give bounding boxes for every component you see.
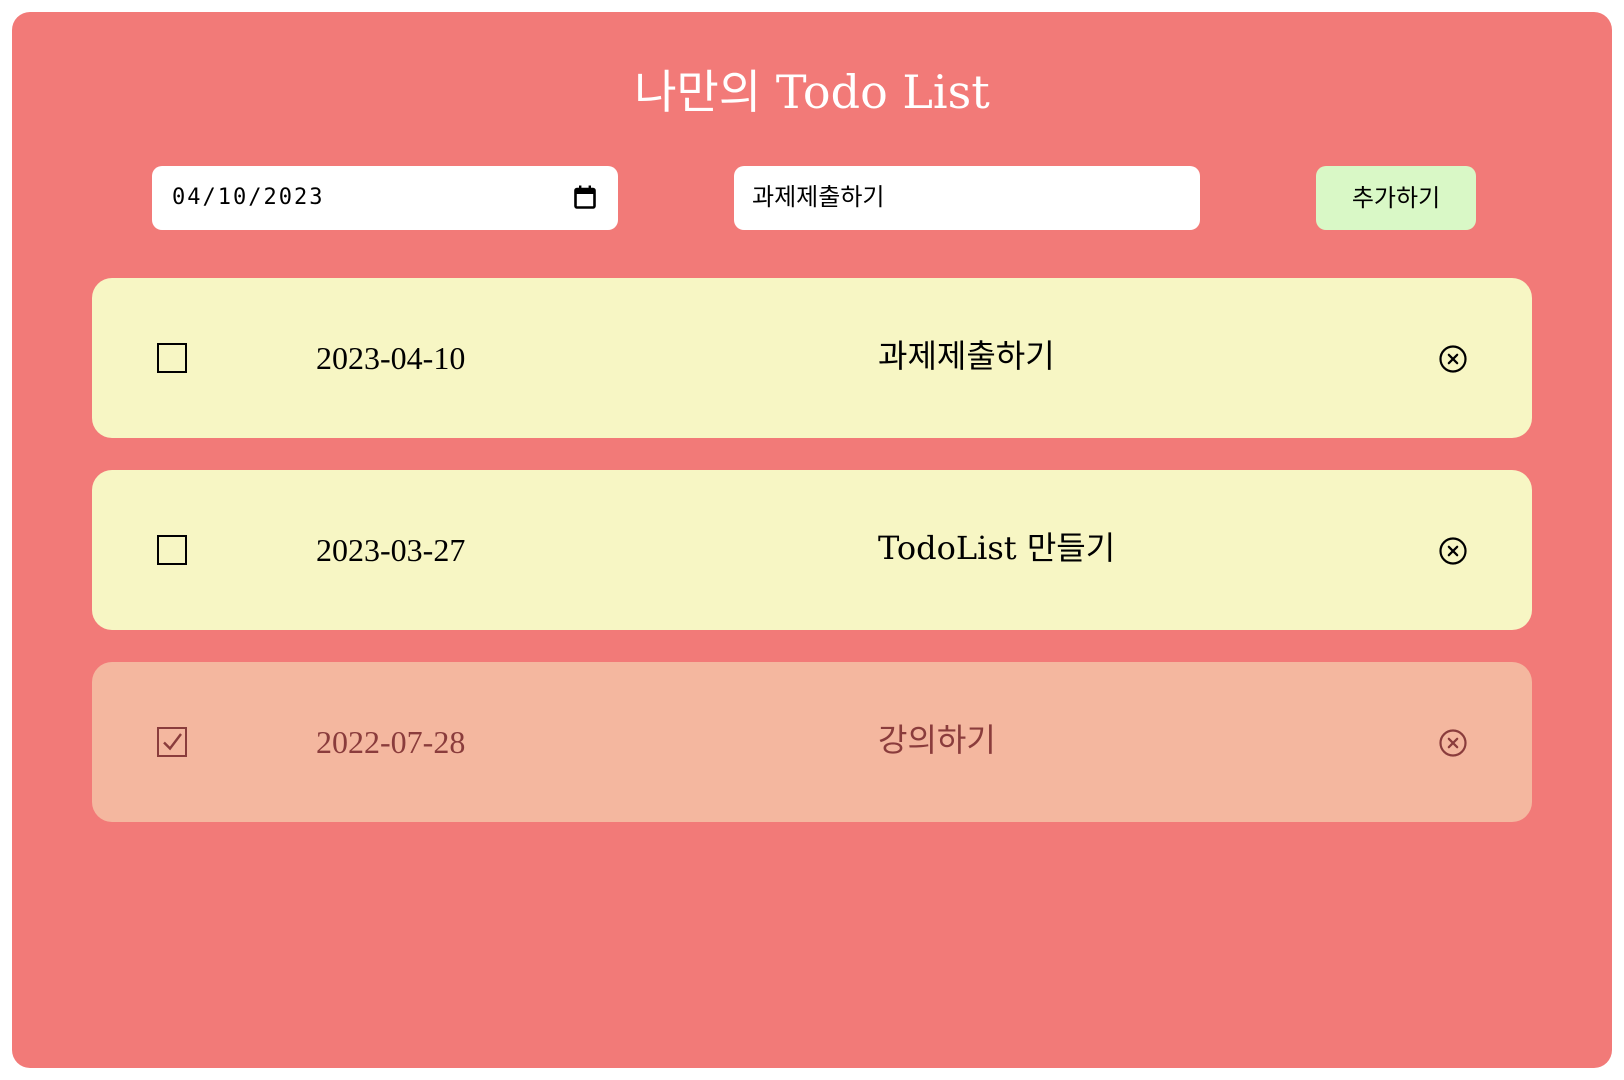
todo-checkbox-checked[interactable] (157, 727, 187, 757)
todo-item: 2022-07-28 강의하기 (92, 662, 1532, 822)
todo-checkbox[interactable] (157, 535, 187, 565)
add-button[interactable]: 추가하기 (1316, 166, 1476, 230)
calendar-icon[interactable] (574, 185, 596, 209)
delete-circle-x-icon[interactable] (1438, 344, 1468, 374)
todo-text: 과제제출하기 (878, 337, 1055, 375)
todo-text-input-value: 과제제출하기 (752, 183, 885, 211)
date-input-value: 04/10/2023 (172, 185, 325, 210)
todo-item: 2023-04-10 과제제출하기 (92, 278, 1532, 438)
todo-date: 2022-07-28 (316, 724, 466, 760)
todo-text: TodoList 만들기 (878, 529, 1116, 567)
delete-circle-x-icon[interactable] (1438, 728, 1468, 758)
todo-date: 2023-03-27 (316, 532, 466, 568)
todo-text: 강의하기 (878, 721, 996, 759)
todo-text-input[interactable]: 과제제출하기 (734, 166, 1200, 230)
todo-date: 2023-04-10 (316, 340, 466, 376)
delete-circle-x-icon[interactable] (1438, 536, 1468, 566)
todo-checkbox[interactable] (157, 343, 187, 373)
page-title: 나만의 Todo List (634, 65, 990, 119)
date-input[interactable]: 04/10/2023 (152, 166, 618, 230)
todo-app: 나만의 Todo List 04/10/2023 과제제출하기 추가하기 202… (12, 12, 1612, 1068)
todo-item: 2023-03-27 TodoList 만들기 (92, 470, 1532, 630)
